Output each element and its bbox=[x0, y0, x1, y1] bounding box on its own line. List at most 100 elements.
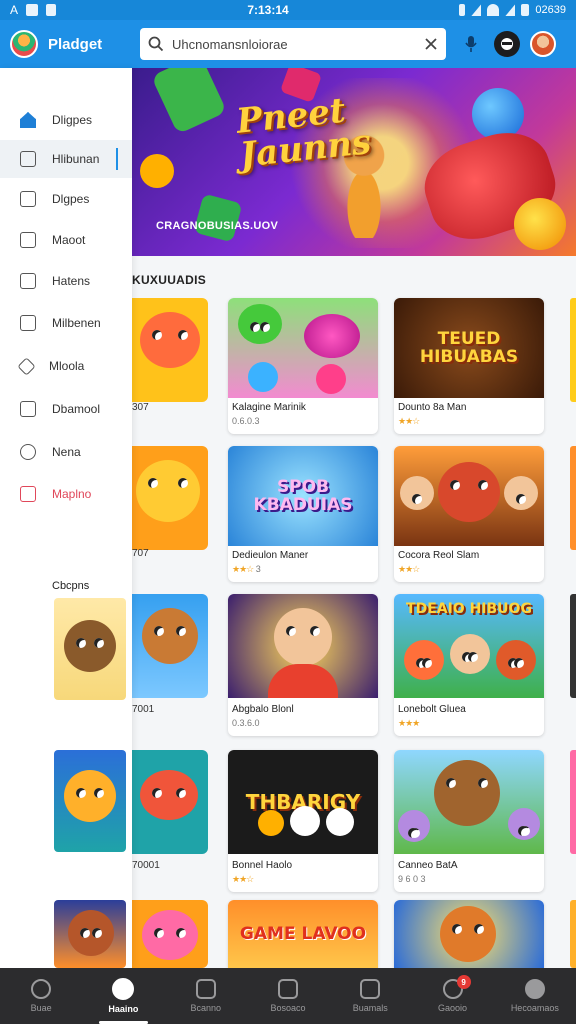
game-card[interactable]: THBARIGY Bonnel Haolo ★★☆ bbox=[228, 750, 378, 892]
search-bar[interactable] bbox=[140, 28, 446, 60]
candy-decoration bbox=[151, 68, 227, 135]
game-art-title: SPOB KBADUIAS bbox=[253, 477, 353, 515]
fox-character bbox=[68, 910, 114, 956]
game-thumbnail[interactable] bbox=[132, 900, 208, 968]
shirt-decoration bbox=[268, 664, 338, 698]
orb-decoration bbox=[290, 806, 320, 836]
game-title: Abgbalo Blonl bbox=[232, 704, 294, 715]
sidebar-item-3[interactable]: Dlgpes bbox=[0, 180, 132, 218]
nav-gamepad[interactable]: 9 Gaooio bbox=[411, 968, 493, 1024]
ninja-icon bbox=[501, 38, 513, 50]
game-thumbnail-edge[interactable] bbox=[570, 594, 576, 698]
nav-label: Buae bbox=[30, 1003, 52, 1013]
nav-label: Gaooio bbox=[438, 1003, 468, 1013]
status-app-label: A bbox=[10, 3, 19, 17]
hero-caption: CRAGNOBUSIAS.UOV bbox=[156, 220, 279, 232]
game-card[interactable]: Canneo BatA 9 6 0 3 bbox=[394, 750, 544, 892]
game-card[interactable]: SPOB KBADUIAS Dedieulon Maner ★★☆ 3 bbox=[228, 446, 378, 582]
grid-icon bbox=[277, 979, 298, 999]
sidebar-item-6[interactable]: Milbenen bbox=[0, 304, 132, 342]
game-card[interactable]: GAME LAVOO bbox=[228, 900, 378, 968]
game-card[interactable] bbox=[394, 900, 544, 968]
game-thumbnail-edge[interactable] bbox=[570, 446, 576, 550]
sidebar-game-thumbnail[interactable] bbox=[54, 750, 126, 852]
game-title: Kalagine Marinik bbox=[232, 402, 306, 413]
sidebar-item-9[interactable]: Nena bbox=[0, 433, 132, 471]
candy-decoration bbox=[193, 193, 243, 243]
rating-value: 0.3.6.0 bbox=[232, 718, 260, 728]
sidebar-item-recent[interactable]: Hlibunan bbox=[0, 140, 132, 178]
nav-chart[interactable]: Buamals bbox=[329, 968, 411, 1024]
sidebar-item-label: Nena bbox=[52, 445, 81, 459]
sidebar-game-thumbnail[interactable] bbox=[54, 900, 126, 968]
game-thumbnail[interactable] bbox=[132, 750, 208, 854]
game-card[interactable]: TDEAIO HIBUOG Lonebolt Gluea ★★★ bbox=[394, 594, 544, 736]
game-art: TDEAIO HIBUOG bbox=[394, 594, 544, 698]
game-card[interactable]: Abgbalo Blonl 0.3.6.0 bbox=[228, 594, 378, 736]
wifi-icon bbox=[487, 4, 500, 16]
bear-character bbox=[404, 640, 444, 680]
rating-stars: ★★★ bbox=[398, 718, 420, 728]
game-rating: ★★☆ bbox=[398, 564, 420, 575]
hero-banner[interactable]: Pneet Jaunns CRAGNOBUSIAS.UOV bbox=[132, 68, 576, 256]
bear-character bbox=[496, 640, 536, 680]
nav-home[interactable]: Buae bbox=[0, 968, 82, 1024]
game-thumbnail[interactable] bbox=[132, 298, 208, 402]
close-icon[interactable] bbox=[424, 37, 438, 51]
game-rating: ★★★ bbox=[398, 718, 420, 729]
monkey-character bbox=[64, 620, 116, 672]
app-header: Pladget bbox=[0, 20, 576, 68]
game-title: Dounto 8a Man bbox=[398, 402, 467, 413]
sidebar-item-home[interactable]: Dligpes bbox=[0, 101, 132, 139]
app-logo[interactable] bbox=[10, 30, 38, 58]
game-thumbnail-edge[interactable] bbox=[570, 298, 576, 402]
battery-icon bbox=[521, 4, 530, 16]
creature-character bbox=[398, 810, 430, 842]
game-title: Canneo BatA bbox=[398, 860, 458, 871]
search-input[interactable] bbox=[172, 36, 416, 52]
sidebar-item-7[interactable]: Mloola bbox=[0, 347, 132, 385]
game-thumbnail-edge[interactable] bbox=[570, 750, 576, 854]
game-card[interactable]: Kalagine Marinik 0.6.0.3 bbox=[228, 298, 378, 434]
sidebar-item-4[interactable]: Maoot bbox=[0, 221, 132, 259]
sidebar-item-label: Mloola bbox=[49, 359, 85, 373]
mic-button[interactable] bbox=[458, 31, 484, 57]
nav-label: Bcanno bbox=[190, 1003, 221, 1013]
nav-box[interactable]: Bcanno bbox=[165, 968, 247, 1024]
nav-label: Haaino bbox=[108, 1004, 139, 1014]
circle-icon bbox=[20, 444, 36, 460]
search-icon bbox=[148, 36, 164, 52]
status-bar: A 7:13:14 02639 bbox=[0, 0, 576, 20]
sidebar-item-10[interactable]: Maplno bbox=[0, 475, 132, 513]
candy-decoration bbox=[514, 198, 566, 250]
monitor-icon bbox=[20, 232, 36, 248]
sidebar-item-label: Hatens bbox=[52, 274, 91, 288]
app-title: Pladget bbox=[48, 35, 103, 53]
bear-character bbox=[142, 910, 198, 960]
sidebar-item-label: Maoot bbox=[52, 233, 86, 247]
person-icon bbox=[524, 979, 545, 999]
nav-profile[interactable]: Hecoamaos bbox=[494, 968, 576, 1024]
nav-games[interactable]: Haaino bbox=[82, 968, 164, 1024]
heart-icon bbox=[20, 486, 36, 502]
sidebar-item-5[interactable]: Hatens bbox=[0, 262, 132, 300]
game-thumbnail[interactable] bbox=[132, 594, 208, 698]
game-rating: ★★☆ 3 bbox=[232, 564, 261, 575]
game-card[interactable]: TEUED HIBUABAS Dounto 8a Man ★★☆ bbox=[394, 298, 544, 434]
mic-icon bbox=[465, 36, 477, 52]
sidebar-item-8[interactable]: Dbamool bbox=[0, 390, 132, 428]
home-icon bbox=[31, 979, 52, 999]
gamepad-icon: 9 bbox=[442, 975, 471, 999]
bear-character bbox=[64, 770, 116, 822]
section-title: KUXUUADIS bbox=[132, 273, 207, 287]
checkbox-icon bbox=[20, 191, 36, 207]
game-card[interactable]: Cocora Reol Slam ★★☆ bbox=[394, 446, 544, 582]
ninja-avatar-button[interactable] bbox=[494, 31, 520, 57]
game-thumbnail-edge[interactable] bbox=[570, 900, 576, 968]
nav-grid[interactable]: Bosoaco bbox=[247, 968, 329, 1024]
home-icon bbox=[20, 112, 36, 128]
game-thumbnail[interactable] bbox=[132, 446, 208, 550]
sidebar-game-thumbnail[interactable] bbox=[54, 598, 126, 700]
sidebar-item-label: Milbenen bbox=[52, 316, 101, 330]
avatar[interactable] bbox=[530, 31, 556, 57]
